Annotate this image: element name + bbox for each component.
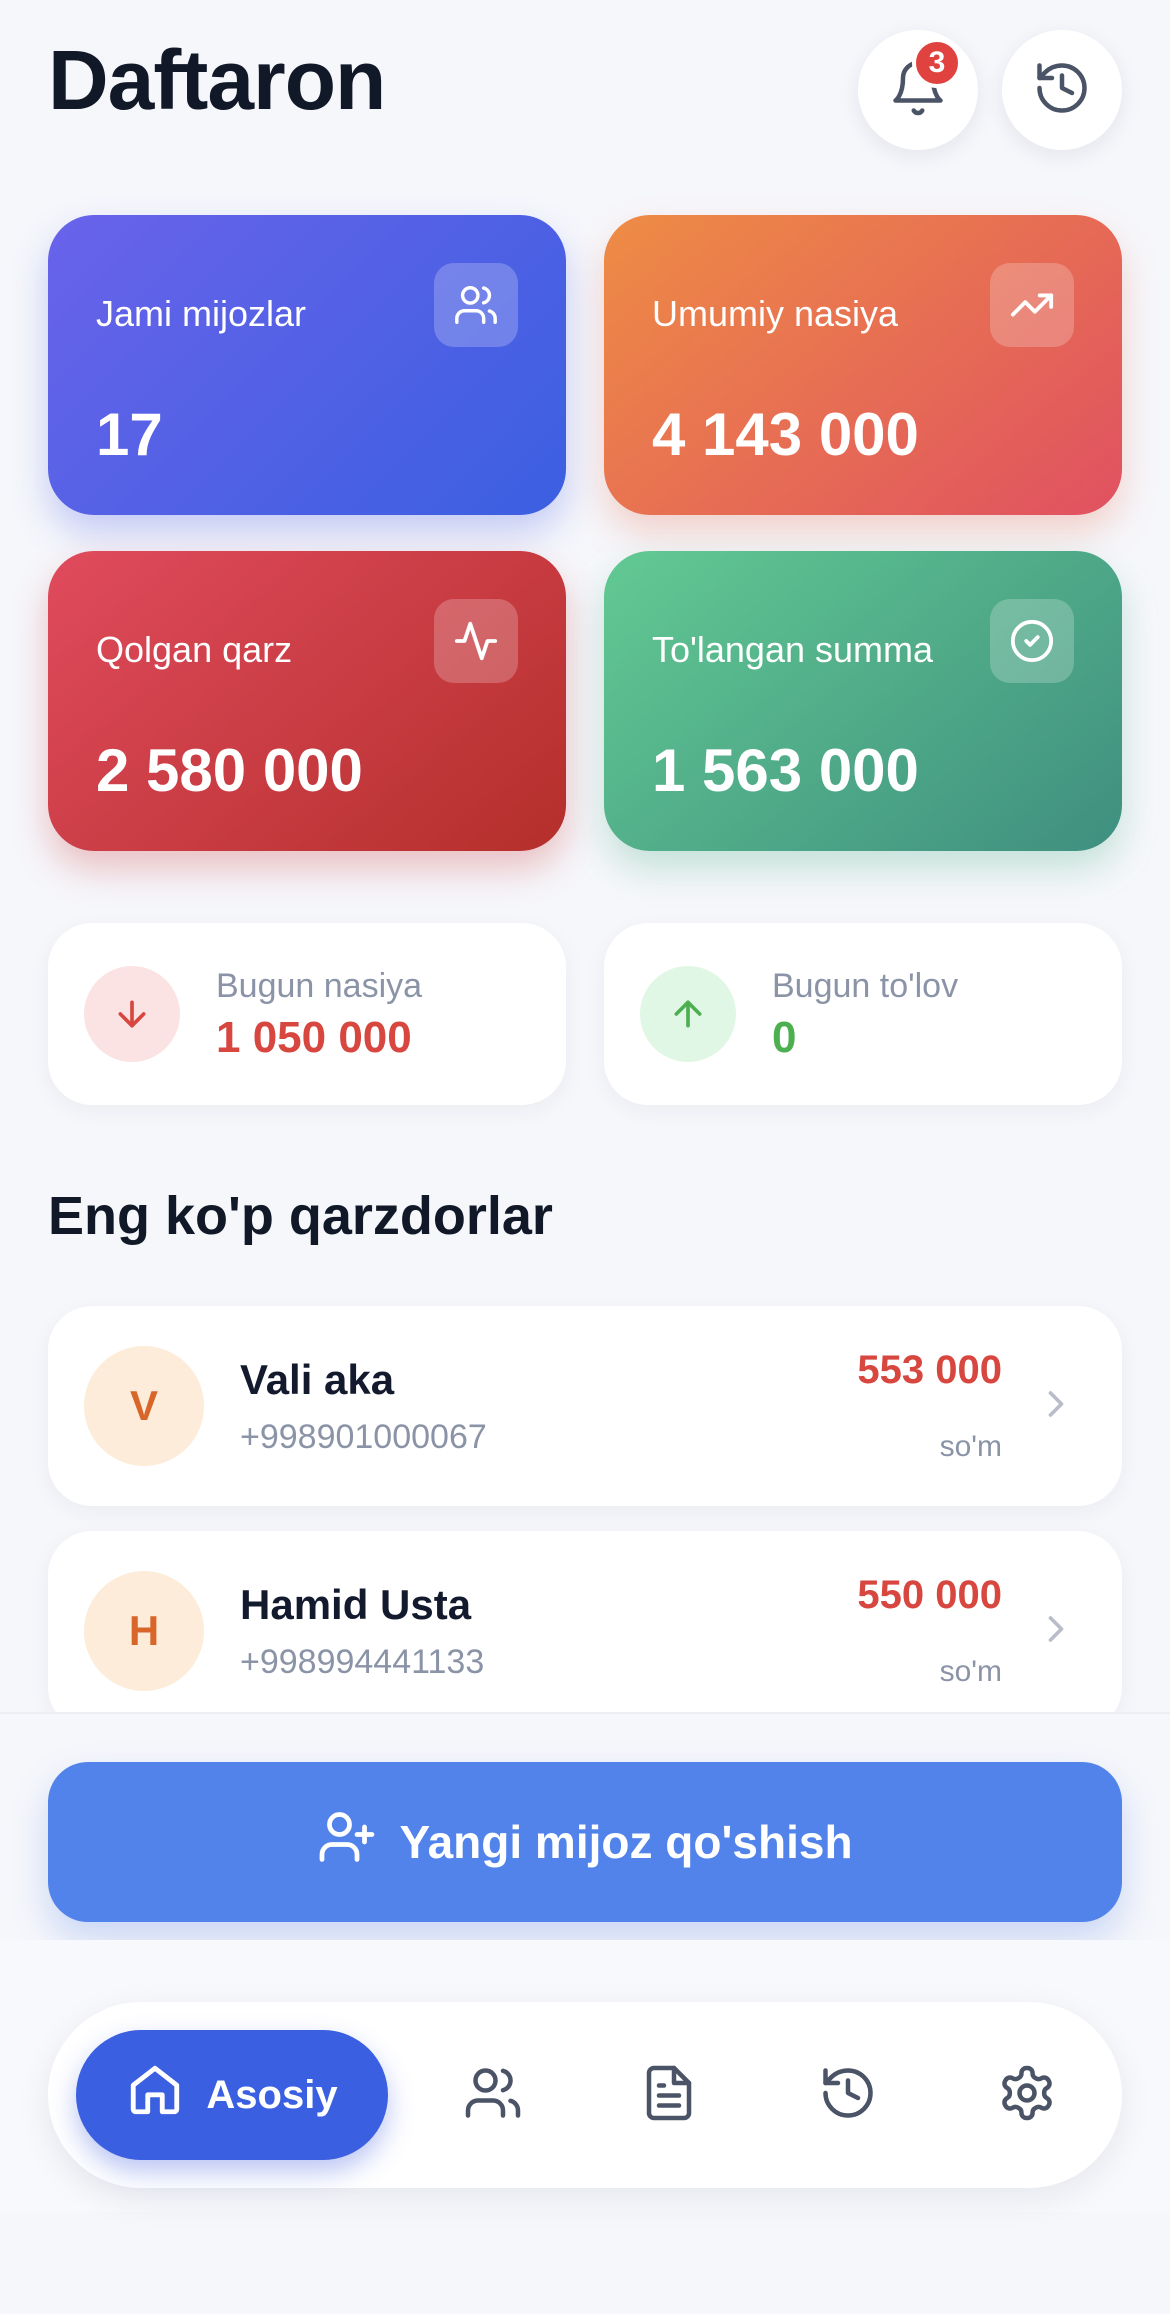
today-credit-label: Bugun nasiya	[216, 967, 423, 1005]
history-icon	[818, 2063, 878, 2128]
debtor-currency: so'm	[939, 1655, 1002, 1688]
app-title: Daftaron	[48, 33, 386, 127]
tab-documents[interactable]	[624, 2050, 714, 2140]
debtor-name: Hamid Usta	[240, 1581, 472, 1628]
chevron-right-icon	[1034, 1382, 1078, 1431]
document-icon	[639, 2063, 699, 2128]
stat-card-paid-amount[interactable]: To'langan summa 1 563 000	[604, 551, 1122, 851]
home-icon	[126, 2061, 184, 2129]
stat-card-total-credit[interactable]: Umumiy nasiya 4 143 000	[604, 215, 1122, 515]
stat-value: 4 143 000	[652, 401, 919, 468]
history-button[interactable]	[1002, 30, 1122, 150]
notifications-button[interactable]: 3	[858, 30, 978, 150]
tab-clients[interactable]	[448, 2050, 538, 2140]
settings-icon	[997, 2063, 1057, 2128]
stat-value: 1 563 000	[652, 737, 919, 804]
history-icon	[1032, 58, 1092, 123]
stat-label: Qolgan qarz	[96, 629, 293, 670]
stat-card-total-clients[interactable]: Jami mijozlar 17	[48, 215, 566, 515]
stat-label: To'langan summa	[652, 629, 934, 670]
today-payment-card: Bugun to'lov 0	[604, 923, 1122, 1105]
divider	[0, 1712, 1170, 1714]
tab-home-label: Asosiy	[206, 2072, 338, 2117]
debtor-phone: +998901000067	[240, 1418, 487, 1456]
stat-value: 2 580 000	[96, 737, 363, 804]
debtor-amount: 553 000	[857, 1348, 1002, 1392]
users-icon	[434, 263, 518, 347]
stat-value: 17	[96, 401, 163, 468]
stat-label: Umumiy nasiya	[652, 293, 899, 334]
arrow-down-icon	[84, 966, 180, 1062]
debtors-list[interactable]: V Vali aka +998901000067 553 000 so'm H …	[0, 1290, 1170, 1712]
arrow-up-icon	[640, 966, 736, 1062]
today-credit-card: Bugun nasiya 1 050 000	[48, 923, 566, 1105]
today-credit-value: 1 050 000	[216, 1013, 412, 1062]
activity-icon	[434, 599, 518, 683]
avatar: V	[84, 1346, 204, 1466]
debtor-name: Vali aka	[240, 1356, 395, 1403]
avatar: H	[84, 1571, 204, 1691]
add-client-button[interactable]: Yangi mijoz qo'shish	[48, 1762, 1122, 1922]
header: Daftaron 3	[48, 30, 1122, 150]
users-icon	[463, 2063, 523, 2128]
today-payment-label: Bugun to'lov	[772, 967, 959, 1005]
today-payment-value: 0	[772, 1013, 797, 1062]
list-item[interactable]: V Vali aka +998901000067 553 000 so'm	[48, 1306, 1122, 1506]
debtor-currency: so'm	[939, 1430, 1002, 1463]
section-title: Eng ko'p qarzdorlar	[48, 1186, 553, 1246]
debtor-amount: 550 000	[857, 1573, 1002, 1617]
notification-badge: 3	[912, 38, 962, 88]
tab-settings[interactable]	[982, 2050, 1072, 2140]
tab-home[interactable]: Asosiy	[76, 2030, 388, 2160]
bottom-nav: Asosiy	[48, 2002, 1122, 2188]
chevron-right-icon	[1034, 1607, 1078, 1656]
stat-card-remaining-debt[interactable]: Qolgan qarz 2 580 000	[48, 551, 566, 851]
debtor-phone: +998994441133	[240, 1643, 485, 1681]
user-plus-icon	[317, 1807, 377, 1878]
tab-history[interactable]	[803, 2050, 893, 2140]
check-circle-icon	[990, 599, 1074, 683]
list-item[interactable]: H Hamid Usta +998994441133 550 000 so'm	[48, 1531, 1122, 1712]
add-client-label: Yangi mijoz qo'shish	[399, 1816, 853, 1868]
stat-label: Jami mijozlar	[96, 293, 307, 334]
trending-up-icon	[990, 263, 1074, 347]
